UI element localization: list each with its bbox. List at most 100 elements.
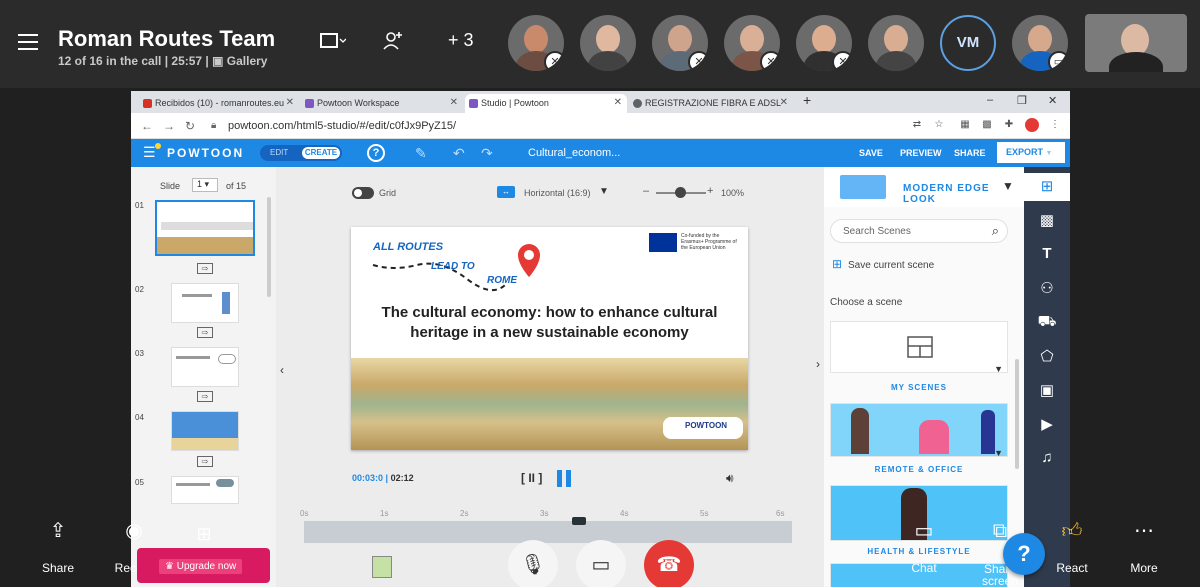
slide-thumbnail[interactable] [171, 283, 239, 323]
minimize-icon[interactable]: – [987, 94, 993, 106]
document-title[interactable]: Cultural_econom... [528, 147, 620, 159]
close-tab-icon[interactable]: ✕ [614, 97, 622, 108]
self-video-preview[interactable] [1085, 14, 1187, 72]
new-tab-icon[interactable]: + [803, 92, 811, 108]
participant-avatar[interactable]: ✕ [796, 15, 852, 71]
share-button[interactable]: ⇪ Share [38, 519, 78, 575]
grid-toggle[interactable] [352, 187, 374, 199]
help-icon[interactable]: ? [367, 144, 385, 162]
menu-icon[interactable] [18, 34, 38, 50]
slide-title[interactable]: The cultural economy: how to enhance cul… [351, 303, 748, 343]
browser-tab[interactable]: REGISTRAZIONE FIBRA E ADSL ✕ [629, 94, 793, 113]
participant-initials-avatar[interactable]: VM [940, 15, 996, 71]
shapes-icon[interactable]: ⬠ [1024, 347, 1070, 365]
profile-avatar-icon[interactable] [1025, 118, 1039, 132]
volume-icon[interactable]: 🔊︎ [726, 471, 734, 486]
slide-thumbnail[interactable] [171, 476, 239, 504]
browser-menu-icon[interactable]: ⋮ [1049, 119, 1061, 131]
add-slide-icon[interactable]: ⊞ [190, 522, 218, 550]
share-button[interactable]: SHARE [954, 148, 986, 158]
help-fab-button[interactable]: ? [1003, 533, 1045, 575]
add-slide-icon[interactable]: ⇨ [197, 263, 213, 274]
close-window-icon[interactable]: ✕ [1048, 94, 1057, 107]
scenes-scrollbar[interactable] [1015, 359, 1019, 469]
preview-button[interactable]: PREVIEW [900, 148, 942, 158]
undo-icon[interactable]: ↶ [453, 145, 465, 162]
scene-category-my-scenes[interactable]: ▼ [830, 321, 1008, 374]
camera-button[interactable]: ▭ [576, 540, 626, 587]
timeline-track[interactable] [304, 521, 792, 543]
save-current-scene-button[interactable]: ⊞ Save current scene [832, 257, 934, 271]
restore-icon[interactable]: ❐ [1017, 94, 1027, 107]
participant-avatar[interactable] [580, 15, 636, 71]
slides-scrollbar[interactable] [267, 197, 271, 297]
orientation-select[interactable]: Horizontal (16:9) [524, 188, 591, 198]
characters-icon[interactable]: ⚇ [1024, 279, 1070, 297]
bookmark-star-icon[interactable]: ☆ [933, 119, 945, 131]
layout-toggle-icon[interactable] [318, 30, 347, 56]
puzzle-icon[interactable]: ✚ [1003, 119, 1015, 131]
slide-thumbnail-selected[interactable] [155, 200, 255, 256]
backgrounds-icon[interactable]: ▩ [1024, 211, 1070, 229]
extension-icon[interactable]: ▩ [981, 119, 993, 131]
scenes-icon[interactable]: ⊞ [1024, 173, 1070, 201]
close-tab-icon[interactable]: ✕ [450, 97, 458, 108]
back-icon[interactable]: ← [141, 119, 153, 133]
add-participant-icon[interactable] [382, 30, 404, 56]
close-tab-icon[interactable]: ✕ [286, 97, 294, 108]
orientation-icon[interactable]: ↔ [497, 186, 515, 198]
playhead[interactable] [572, 517, 586, 525]
translate-icon[interactable]: ⇄ [911, 119, 923, 131]
asset-thumbnail[interactable] [372, 556, 392, 578]
zoom-in-button[interactable]: + [707, 185, 713, 197]
chevron-down-icon[interactable]: ▼ [599, 186, 609, 197]
call-info[interactable]: 12 of 16 in the call | 25:57 | ▣ Gallery [58, 54, 267, 68]
text-icon[interactable]: T [1024, 245, 1070, 262]
play-scene-button[interactable]: [ II ] [521, 471, 542, 485]
video-icon[interactable]: ▶ [1024, 415, 1070, 433]
chevron-down-icon[interactable]: ▼ [994, 364, 1003, 374]
microphone-button[interactable]: 🎙︎ [508, 540, 558, 587]
extra-participants-count[interactable]: + 3 [448, 30, 474, 56]
powtoon-menu-icon[interactable]: ☰ [143, 144, 156, 161]
slide-thumbnail[interactable] [171, 411, 239, 451]
pause-icon[interactable] [557, 470, 571, 487]
zoom-slider-handle[interactable] [675, 187, 686, 198]
search-icon[interactable]: ⌕ [992, 223, 999, 239]
participant-avatar[interactable]: ✕ [652, 15, 708, 71]
participant-avatar[interactable]: ✕ [724, 15, 780, 71]
search-scenes-input[interactable]: Search Scenes ⌕ [830, 219, 1008, 243]
chevron-down-icon[interactable]: ▼ [1002, 179, 1014, 193]
edit-create-toggle[interactable]: EDIT CREATE [260, 145, 342, 161]
reload-icon[interactable]: ↻ [185, 119, 195, 133]
forward-icon[interactable]: → [163, 119, 175, 133]
browser-tab-active[interactable]: Studio | Powtoon ✕ [465, 94, 627, 113]
scene-category-remote-office[interactable]: ▼ [830, 403, 1008, 458]
upgrade-now-button[interactable]: ♛ Upgrade now [137, 548, 270, 583]
close-tab-icon[interactable]: ✕ [780, 97, 788, 108]
look-selector[interactable]: MODERN EDGE LOOK ▼ [824, 167, 1024, 207]
export-button[interactable]: EXPORT ▼ [997, 142, 1065, 163]
collapse-left-icon[interactable]: ‹ [280, 363, 284, 377]
participant-avatar[interactable] [868, 15, 924, 71]
collapse-right-icon[interactable]: › [816, 357, 820, 371]
hang-up-button[interactable]: ☎ [644, 540, 694, 587]
browser-tab[interactable]: Powtoon Workspace ✕ [301, 94, 463, 113]
chat-button[interactable]: ▭ Chat [902, 519, 946, 575]
edit-mode[interactable]: EDIT [270, 148, 288, 157]
browser-tab[interactable]: Recibidos (10) - romanroutes.eu ✕ [139, 94, 299, 113]
more-button[interactable]: ⋯ More [1124, 519, 1164, 575]
extension-icon[interactable]: ▦ [959, 119, 971, 131]
zoom-out-button[interactable]: – [643, 185, 649, 197]
add-slide-icon[interactable]: ⇨ [197, 456, 213, 467]
notes-icon[interactable]: ✎ [415, 145, 427, 162]
chevron-down-icon[interactable]: ▼ [994, 448, 1003, 458]
react-button[interactable]: 👍︎ React [1052, 519, 1092, 575]
add-slide-icon[interactable]: ⇨ [197, 391, 213, 402]
create-mode[interactable]: CREATE [302, 147, 340, 159]
music-icon[interactable]: ♫ [1024, 449, 1070, 466]
participant-avatar[interactable]: ▭ [1012, 15, 1068, 71]
participant-avatar[interactable]: ✕ [508, 15, 564, 71]
slide-number-select[interactable]: 1 ▾ [192, 178, 218, 192]
slide-canvas[interactable]: ALL ROUTES LEAD TO ROME Co-funded by the… [351, 227, 748, 450]
